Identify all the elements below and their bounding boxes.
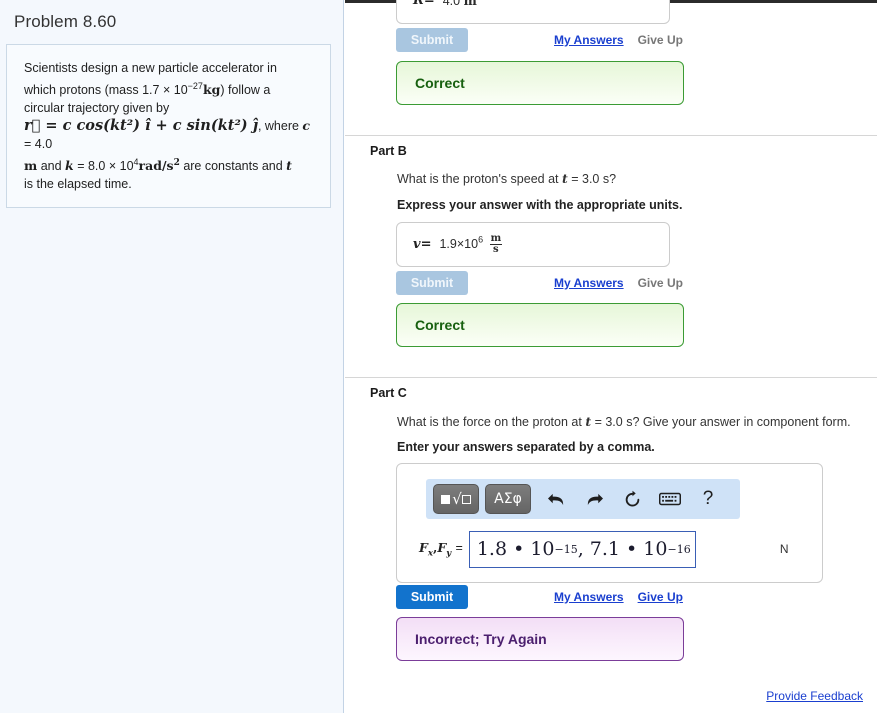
mass-exponent: −27	[187, 81, 203, 91]
problem-statement-text: Scientists design a new particle acceler…	[24, 59, 314, 193]
part-a-answer-value: 4.0 m	[442, 0, 477, 8]
help-icon[interactable]: ?	[689, 484, 727, 514]
time-symbol: t	[286, 158, 292, 174]
reset-icon[interactable]	[613, 484, 651, 514]
part-c-input-row: Fx,Fy = 1.8 • 10 −15, 7.1 • 10 −16 N	[397, 526, 824, 572]
part-b-submit-button[interactable]: Submit	[396, 271, 468, 295]
part-b-answer-label: v=	[413, 237, 432, 252]
part-a-my-answers-link[interactable]: My Answers	[554, 33, 624, 47]
k-unit: rad/s	[138, 158, 174, 174]
statement-line-2b: 10	[170, 83, 188, 98]
reset-icon-svg	[625, 490, 639, 506]
math-template-icon[interactable]: √	[433, 484, 479, 514]
redo-icon-svg	[587, 493, 603, 505]
part-c-action-row: Submit My Answers Give Up	[396, 585, 683, 609]
greek-symbols-icon[interactable]: ΑΣφ	[485, 484, 531, 514]
meter-unit: m	[24, 158, 38, 174]
provide-feedback-link[interactable]: Provide Feedback	[766, 689, 863, 703]
part-b-answer-value: 1.9×106 m s	[439, 233, 503, 255]
part-c-submit-button[interactable]: Submit	[396, 585, 468, 609]
math-editor-toolbar: √ ΑΣφ ?	[426, 479, 740, 519]
part-b-instruction: Express your answer with the appropriate…	[397, 198, 683, 212]
part-c-instruction: Enter your answers separated by a comma.	[397, 440, 655, 454]
part-b-my-answers-link[interactable]: My Answers	[554, 276, 624, 290]
statement-line-5: is the elapsed time.	[24, 177, 132, 192]
part-c-header: Part C	[370, 386, 407, 400]
and-word-1: and	[37, 159, 66, 174]
trajectory-formula: r⃗ = c cos(kt²) î + c sin(kt²) ĵ	[24, 117, 258, 135]
part-a-submit-button[interactable]: Submit	[396, 28, 468, 52]
constant-c-symbol: c	[302, 118, 311, 134]
part-b-action-row: Submit My Answers Give Up	[396, 271, 683, 295]
undo-icon[interactable]	[537, 484, 575, 514]
assignment-content-panel: R= 4.0 m Submit My Answers Give Up Corre…	[345, 0, 877, 713]
part-a-answer-box[interactable]: R= 4.0 m	[396, 0, 670, 24]
part-c-give-up-link[interactable]: Give Up	[638, 590, 683, 604]
mass-unit: kg	[202, 82, 221, 98]
k-power-base: 10	[116, 159, 134, 174]
part-c-my-answers-link[interactable]: My Answers	[554, 590, 624, 604]
part-a-answer-label: R=	[413, 0, 435, 8]
part-c-math-editor-panel: √ ΑΣφ ? Fx,Fy = 1.8 • 10 −15 , 7.1 • 10 …	[396, 463, 823, 583]
part-b-feedback-correct: Correct	[396, 303, 684, 347]
constant-k-symbol: k	[65, 158, 74, 174]
part-c-feedback-incorrect: Incorrect; Try Again	[396, 617, 684, 661]
part-b-header: Part B	[370, 144, 407, 158]
problem-statement-box: Scientists design a new particle acceler…	[6, 44, 331, 209]
constant-c-value: = 4.0	[24, 137, 53, 152]
page-title: Problem 8.60	[14, 12, 117, 31]
part-b-give-up-link: Give Up	[637, 276, 683, 290]
part-c-answer-input[interactable]: 1.8 • 10 −15, 7.1 • 10 −16	[468, 530, 696, 568]
part-c-separator	[345, 377, 877, 378]
constants-tail: are constants and	[179, 159, 287, 174]
constant-k-value: = 8.0	[73, 159, 109, 174]
problem-sidebar: Problem 8.60 Scientists design a new par…	[0, 0, 344, 713]
statement-line-3: circular trajectory given by	[24, 101, 170, 116]
part-b-question: What is the proton's speed at t = 3.0 s?	[397, 171, 617, 186]
keyboard-icon[interactable]	[651, 484, 689, 514]
part-a-feedback-correct: Correct	[396, 61, 684, 105]
redo-icon[interactable]	[575, 484, 613, 514]
page-root: Problem 8.60 Scientists design a new par…	[0, 0, 877, 713]
part-a-action-row: Submit My Answers Give Up	[396, 28, 683, 52]
part-b-separator	[345, 135, 877, 136]
statement-line-2a: which protons (mass 1.7	[24, 83, 163, 98]
part-c-unit-label: N	[779, 542, 789, 556]
statement-line-1: Scientists design a new particle acceler…	[24, 61, 277, 75]
part-c-field-label: Fx,Fy =	[419, 539, 463, 559]
where-text: , where	[257, 119, 303, 134]
keyboard-icon-svg	[659, 492, 681, 506]
part-b-unit-fraction: m s	[489, 233, 503, 255]
part-b-answer-box[interactable]: v= 1.9×106 m s	[396, 222, 670, 267]
part-a-give-up-link: Give Up	[637, 33, 683, 47]
undo-icon-svg	[547, 493, 563, 505]
statement-line-2c: ) follow a	[220, 83, 271, 98]
part-c-question: What is the force on the proton at t = 3…	[397, 414, 851, 429]
